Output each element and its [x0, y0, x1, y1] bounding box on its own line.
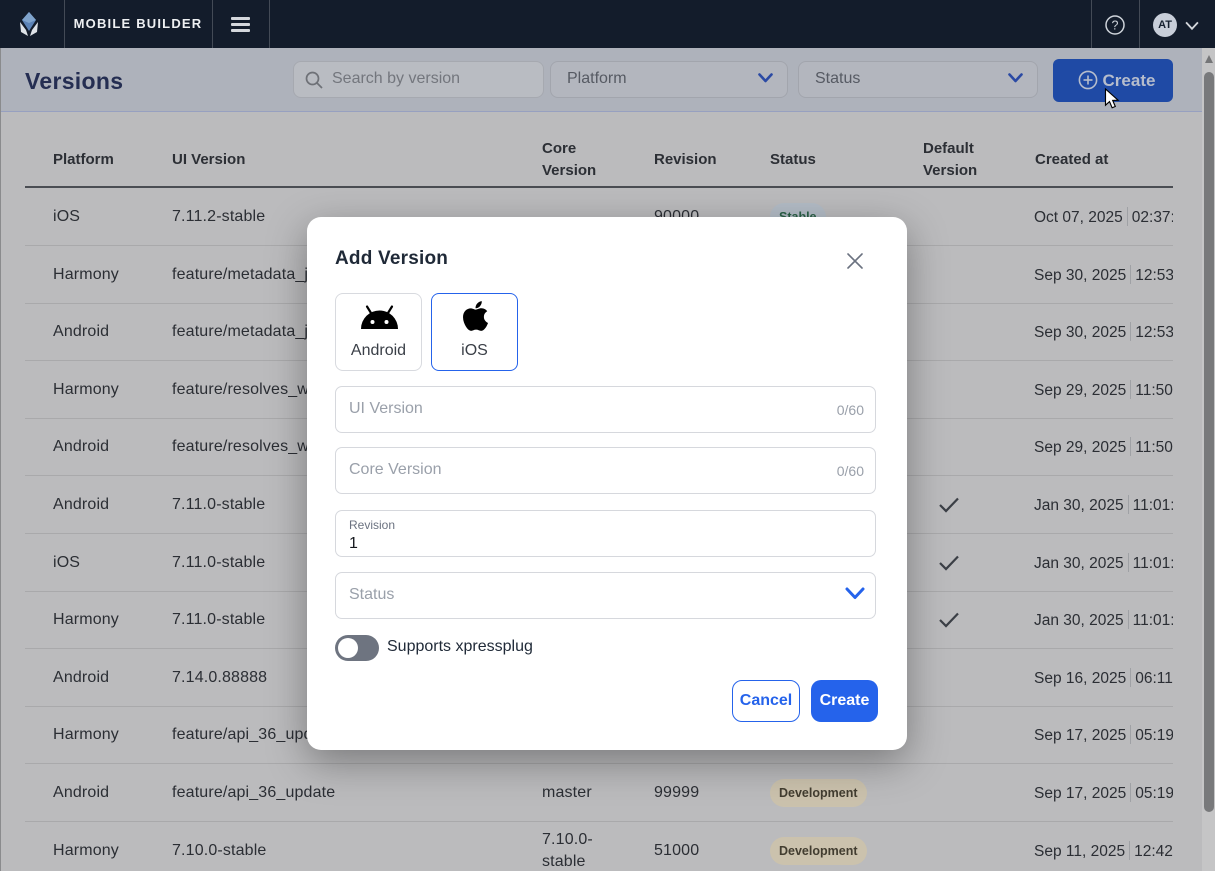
svg-text:?: ? — [1112, 19, 1119, 33]
